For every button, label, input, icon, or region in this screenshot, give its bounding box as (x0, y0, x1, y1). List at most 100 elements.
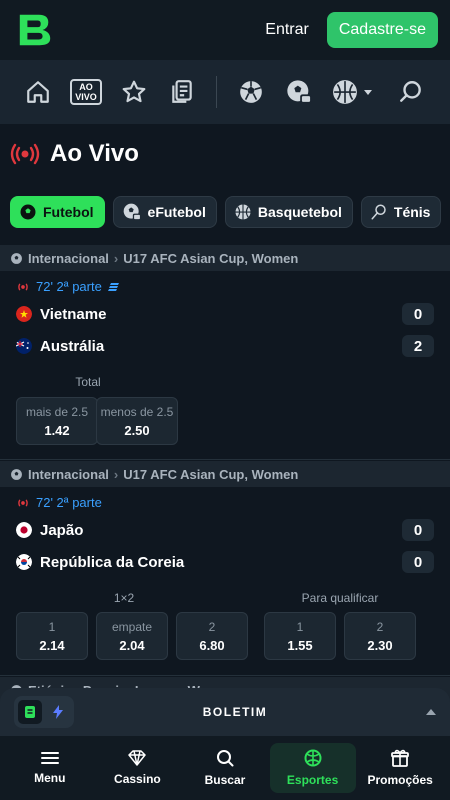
odd-label: 2 (208, 619, 216, 634)
tab-efutebol[interactable]: eFutebol (112, 196, 217, 228)
bottom-nav-label: Esportes (286, 773, 339, 787)
odd-button[interactable]: empate 2.04 (96, 612, 168, 660)
lightning-icon[interactable] (46, 700, 70, 724)
nav-separator (216, 76, 217, 108)
virtual-soccer-icon[interactable] (275, 68, 323, 116)
soccer-icon (11, 252, 22, 264)
japan-flag-icon (16, 522, 32, 538)
live-icon-line2: VIVO (75, 92, 97, 102)
match-time: 72' 2ª parte (36, 495, 102, 510)
odd-button[interactable]: mais de 2.5 1.42 (16, 397, 98, 445)
tab-label: Basquetebol (257, 204, 342, 220)
live-icon-line1: AO (79, 82, 93, 92)
page-title: Ao Vivo (50, 140, 139, 167)
away-team-name: República da Coreia (40, 553, 185, 571)
betslip-label: BOLETIM (202, 705, 268, 719)
odd-label: 1 (296, 619, 304, 634)
stats-icon[interactable] (107, 281, 120, 293)
login-button[interactable]: Entrar (265, 21, 309, 39)
betslip-mode-toggle (14, 696, 74, 728)
team-row[interactable]: República da Coreia 0 (16, 551, 434, 573)
bottom-nav-buscar[interactable]: Buscar (182, 743, 268, 793)
tab-label: eFutebol (147, 204, 206, 220)
tab-futebol[interactable]: Futebol (10, 196, 105, 228)
chevron-up-icon[interactable] (426, 709, 436, 715)
bottom-nav-menu[interactable]: Menu (7, 743, 93, 793)
odd-button[interactable]: 2 6.80 (176, 612, 248, 660)
tab-label: Futebol (43, 204, 94, 220)
live-broadcast-icon (10, 143, 40, 165)
match-status: 72' 2ª parte (16, 279, 120, 294)
bottom-nav-cassino[interactable]: Cassino (94, 743, 180, 793)
market-label: Total (75, 375, 101, 389)
home-team-name: Japão (40, 521, 84, 539)
odd-value: 2.14 (39, 637, 65, 653)
betslip-doc-icon[interactable] (18, 700, 42, 724)
odd-value: 1.55 (287, 637, 313, 653)
odd-label: mais de 2.5 (25, 404, 89, 419)
bottom-nav-label: Buscar (204, 773, 246, 787)
odd-value: 6.80 (199, 637, 225, 653)
sports-icon (304, 749, 322, 767)
soccer-icon[interactable] (227, 68, 275, 116)
match-time: 72' 2ª parte (36, 279, 102, 294)
home-icon[interactable] (14, 68, 62, 116)
betslip-icon[interactable] (158, 68, 206, 116)
league-header[interactable]: Internacional › U17 AFC Asian Cup, Women (0, 245, 450, 271)
away-score: 0 (402, 551, 434, 573)
league-category: Internacional (28, 250, 109, 266)
divider (0, 459, 450, 460)
home-team-name: Vietname (40, 305, 107, 323)
away-score: 2 (402, 335, 434, 357)
south-korea-flag-icon (16, 554, 32, 570)
odd-button[interactable]: menos de 2.5 2.50 (96, 397, 178, 445)
brand-logo[interactable] (16, 11, 54, 49)
soccer-icon (20, 204, 36, 220)
tennis-icon (371, 204, 386, 220)
odd-button[interactable]: 1 1.55 (264, 612, 336, 660)
basketball-icon (235, 204, 251, 220)
tab-basquetebol[interactable]: Basquetebol (224, 196, 353, 228)
home-score: 0 (402, 303, 434, 325)
league-header[interactable]: Internacional › U17 AFC Asian Cup, Women (0, 461, 450, 487)
header-actions: Entrar Cadastre-se (265, 12, 438, 48)
market-label: Para qualificar (301, 591, 379, 605)
league-name: U17 AFC Asian Cup, Women (123, 250, 299, 266)
signup-button[interactable]: Cadastre-se (326, 12, 438, 48)
divider (0, 675, 450, 676)
gift-icon (391, 749, 410, 767)
live-icon[interactable]: AO VIVO (62, 68, 110, 116)
league-category: Internacional (28, 466, 109, 482)
away-team-name: Austrália (40, 337, 105, 355)
sport-tabs: Futebol eFutebol Basquetebol Ténis (10, 196, 442, 228)
league-name: U17 AFC Asian Cup, Women (123, 466, 299, 482)
match-status: 72' 2ª parte (16, 495, 102, 510)
team-row[interactable]: Austrália 2 (16, 335, 434, 357)
odd-value: 1.42 (44, 422, 70, 438)
bottom-nav-label: Promoções (367, 773, 433, 787)
bottom-navigation: Menu Cassino Buscar Esportes Promoções (0, 736, 450, 800)
odd-label: 2 (376, 619, 384, 634)
odd-value: 2.30 (367, 637, 393, 653)
sports-navbar: AO VIVO (0, 60, 450, 124)
tab-tenis[interactable]: Ténis (360, 196, 442, 228)
diamond-icon (128, 750, 147, 766)
live-broadcast-icon (18, 498, 28, 507)
bottom-nav-promocoes[interactable]: Promoções (357, 743, 443, 793)
team-row[interactable]: Japão 0 (16, 519, 434, 541)
basketball-icon[interactable] (323, 68, 381, 116)
betslip-bar[interactable]: BOLETIM (0, 688, 450, 736)
bottom-nav-esportes[interactable]: Esportes (269, 743, 356, 793)
home-score: 0 (402, 519, 434, 541)
search-icon[interactable] (387, 68, 435, 116)
odd-button[interactable]: 2 2.30 (344, 612, 416, 660)
star-icon[interactable] (110, 68, 158, 116)
team-row[interactable]: Vietname 0 (16, 303, 434, 325)
odd-label: 1 (48, 619, 56, 634)
top-header: Entrar Cadastre-se (0, 0, 450, 60)
chevron-down-icon[interactable] (364, 89, 372, 95)
odd-button[interactable]: 1 2.14 (16, 612, 88, 660)
live-broadcast-icon (18, 282, 28, 291)
chevron-right-icon: › (113, 250, 119, 266)
odd-label: menos de 2.5 (100, 404, 174, 419)
